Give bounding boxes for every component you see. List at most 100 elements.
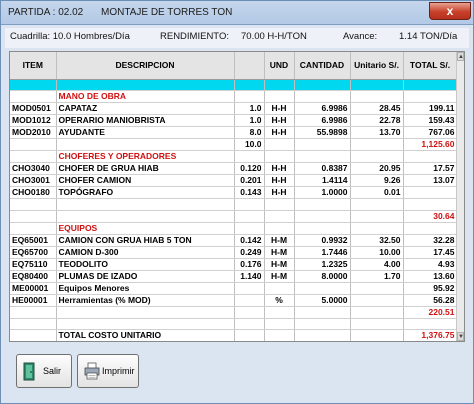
descripcion-cell: MANO DE OBRA (56, 90, 235, 103)
table-row[interactable]: EQ75110 TEODOLITO 0.176 H-M 1.2325 4.00 4.93 (10, 258, 458, 271)
cantidad-cell: 0.9932 (294, 234, 351, 247)
total-cell (403, 318, 458, 330)
factor-cell: 0.249 (234, 246, 265, 259)
report-window: PARTIDA : 02.02 MONTAJE DE TORRES TON x … (0, 0, 474, 404)
salir-label: Salir (43, 366, 62, 376)
descripcion-cell: PLUMAS DE IZADO (56, 270, 235, 283)
item-cell (10, 306, 57, 319)
table-row[interactable]: CHO0180 TOPÓGRAFO 0.143 H-H 1.0000 0.01 (10, 186, 458, 199)
table-row[interactable]: HE00001 Herramientas (% MOD)% 5.0000 56.28 (10, 294, 458, 307)
unitario-cell (350, 222, 404, 235)
item-cell: CHO0180 (10, 186, 57, 199)
table-row[interactable]: 10.0 1,125.60 (10, 138, 458, 151)
col-item-header[interactable]: ITEM (10, 52, 57, 80)
factor-cell (234, 306, 265, 319)
total-cell: 32.28 (403, 234, 458, 247)
total-cell: 95.92 (403, 282, 458, 295)
item-cell: EQ75110 (10, 258, 57, 271)
selected-row[interactable] (10, 79, 458, 91)
item-cell (10, 318, 57, 330)
scroll-down-icon[interactable]: ▼ (457, 332, 464, 341)
total-cell: 17.57 (403, 162, 458, 175)
und-cell: H-H (264, 186, 295, 199)
und-cell (264, 210, 295, 223)
cost-grid[interactable]: ITEM DESCRIPCION UND CANTIDAD Unitario S… (9, 51, 465, 342)
cantidad-cell: 6.9986 (294, 102, 351, 115)
table-row[interactable]: EQ65001 CAMION CON GRUA HIAB 5 TON 0.142 H-… (10, 234, 458, 247)
item-cell (10, 342, 56, 343)
vertical-scrollbar[interactable]: ▲ ▼ (456, 52, 464, 341)
unitario-cell: 22.78 (350, 114, 404, 127)
grid-body: MANO DE OBRA MOD0501 CAPATAZ 1.0 H-H 6.9986 28… (10, 90, 458, 343)
descripcion-cell: AYUDANTE (56, 126, 235, 139)
cantidad-cell (294, 282, 351, 295)
item-cell: HE00001 (10, 294, 57, 307)
descripcion-cell (56, 210, 235, 223)
section-header-row[interactable]: MANO DE OBRA (10, 90, 458, 103)
factor-cell: 0.142 (234, 234, 265, 247)
total-cell: 13.60 (403, 270, 458, 283)
total-cell (403, 90, 458, 103)
table-row[interactable]: MOD0501 CAPATAZ 1.0 H-H 6.9986 28.45 199.11 (10, 102, 458, 115)
section-header-row[interactable]: CHOFERES Y OPERADORES (10, 150, 458, 163)
und-cell: H-M (264, 246, 295, 259)
total-cell (403, 198, 458, 211)
item-cell (10, 138, 57, 151)
salir-button[interactable]: Salir (16, 354, 72, 388)
imprimir-button[interactable]: Imprimir (77, 354, 139, 388)
item-cell (10, 90, 57, 103)
col-factor-header[interactable] (234, 52, 265, 80)
item-cell: EQ80400 (10, 270, 57, 283)
cantidad-cell (294, 90, 351, 103)
col-descripcion-header[interactable]: DESCRIPCION (56, 52, 235, 80)
table-row[interactable]: MOD2010 AYUDANTE 8.0 H-H 55.9898 13.70 767.06 (10, 126, 458, 139)
cantidad-cell: 0.8387 (294, 162, 351, 175)
item-cell: MOD0501 (10, 102, 57, 115)
table-row[interactable]: 220.51 (10, 306, 458, 319)
item-cell (10, 210, 57, 223)
col-unitario-header[interactable]: Unitario S/. (350, 52, 404, 80)
und-cell (264, 198, 295, 211)
table-row[interactable]: TOTAL COSTO UNITARIO 1,376.75 (10, 329, 458, 341)
col-und-header[interactable]: UND (264, 52, 295, 80)
table-row[interactable] (10, 318, 458, 330)
table-row[interactable]: EQ65700 CAMION D-300 0.249 H-M 1.7446 10.00 17… (10, 246, 458, 259)
total-cell (403, 342, 457, 343)
und-cell (264, 138, 295, 151)
und-cell (264, 306, 295, 319)
descripcion-cell (56, 198, 235, 211)
table-row[interactable] (10, 342, 457, 343)
und-cell: H-M (264, 270, 295, 283)
table-row[interactable]: EQ80400 PLUMAS DE IZADO 1.140 H-M 8.0000 1.70… (10, 270, 458, 283)
section-header-row[interactable]: EQUIPOS (10, 222, 458, 235)
cantidad-cell: 1.7446 (294, 246, 351, 259)
table-row[interactable]: CHO3001 CHOFER CAMION 0.201 H-H 1.4114 9.26 13… (10, 174, 458, 187)
und-cell: H-M (264, 258, 295, 271)
descripcion-cell: CAMION CON GRUA HIAB 5 TON (56, 234, 235, 247)
table-row[interactable]: ME00001 Equipos Menores 95.92 (10, 282, 458, 295)
close-button[interactable]: x (429, 2, 471, 20)
total-cell: 1,125.60 (403, 138, 458, 151)
table-row[interactable] (10, 198, 458, 211)
col-total-header[interactable]: TOTAL S/. (403, 52, 458, 80)
cantidad-cell (294, 210, 351, 223)
scroll-up-icon[interactable]: ▲ (457, 52, 464, 61)
item-cell (10, 222, 57, 235)
col-cantidad-header[interactable]: CANTIDAD (294, 52, 351, 80)
factor-cell: 1.140 (234, 270, 265, 283)
window-title: MONTAJE DE TORRES TON (101, 7, 233, 18)
rendimiento-label: RENDIMIENTO: (160, 31, 229, 42)
item-cell: MOD2010 (10, 126, 57, 139)
factor-cell: 0.176 (234, 258, 265, 271)
und-cell: H-H (264, 102, 295, 115)
imprimir-label: Imprimir (102, 366, 135, 376)
und-cell (264, 282, 295, 295)
table-row[interactable]: CHO3040 CHOFER DE GRUA HIAB 0.120 H-H 0.8387… (10, 162, 458, 175)
cantidad-cell: 8.0000 (294, 270, 351, 283)
descripcion-cell: CHOFERES Y OPERADORES (56, 150, 235, 163)
total-cell: 17.45 (403, 246, 458, 259)
table-row[interactable]: MOD1012 OPERARIO MANIOBRISTA 1.0 H-H 6.9986 2… (10, 114, 458, 127)
avance-value: 1.14 TON/Día (399, 31, 458, 42)
table-row[interactable]: 30.64 (10, 210, 458, 223)
title-bar: PARTIDA : 02.02 MONTAJE DE TORRES TON x (1, 1, 473, 25)
